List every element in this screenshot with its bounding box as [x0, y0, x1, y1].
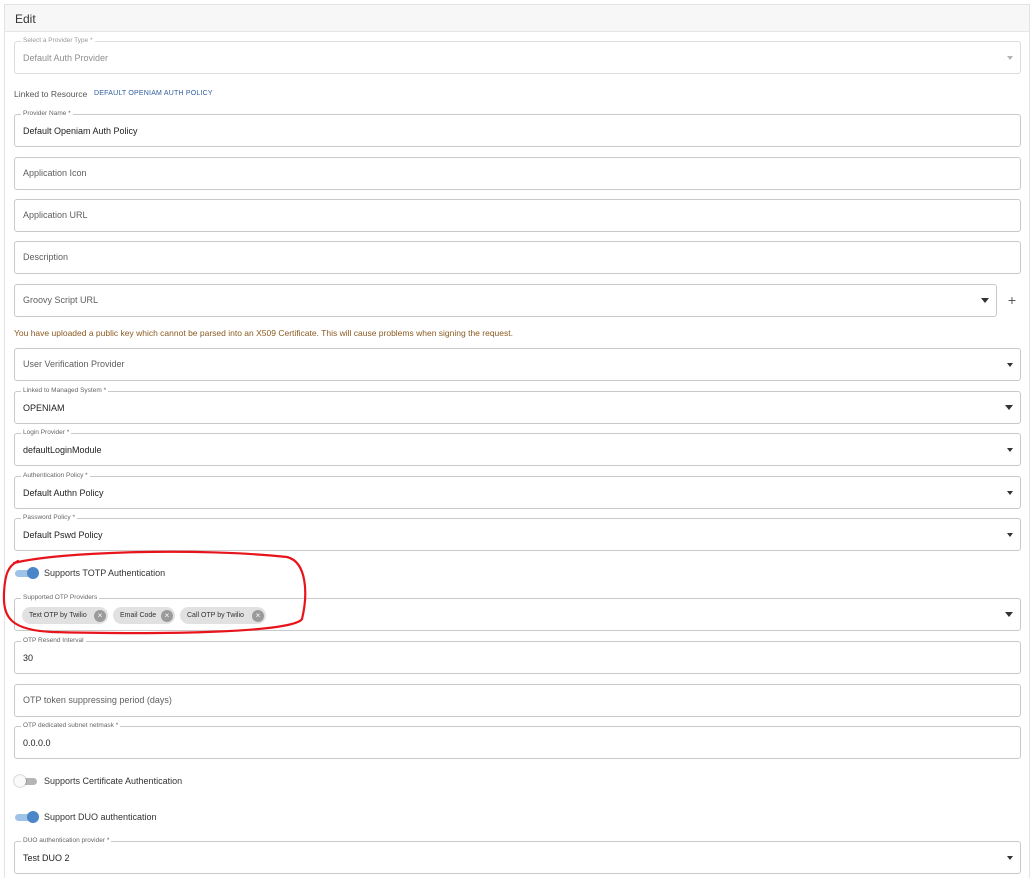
application-icon-placeholder: Application Icon [23, 168, 87, 178]
duo-provider-select[interactable]: DUO authentication provider * Test DUO 2 [14, 836, 1021, 874]
duo-toggle[interactable] [15, 811, 39, 823]
otp-resend-interval-input[interactable]: OTP Resend Interval 30 [14, 636, 1021, 674]
remove-chip-icon[interactable]: × [161, 609, 173, 622]
totp-toggle-label: Supports TOTP Authentication [44, 568, 166, 578]
chevron-down-icon [1007, 56, 1013, 60]
otp-resend-interval-value: 30 [23, 653, 34, 663]
duo-provider-label: DUO authentication provider * [21, 836, 112, 845]
authentication-policy-select[interactable]: Authentication Policy * Default Authn Po… [14, 471, 1021, 509]
groovy-script-select[interactable]: Groovy Script URL [14, 284, 997, 317]
otp-subnet-netmask-value: 0.0.0.0 [23, 738, 51, 748]
provider-name-input[interactable]: Provider Name * Default Openiam Auth Pol… [14, 109, 1021, 147]
certificate-toggle[interactable] [14, 775, 39, 787]
authentication-policy-value: Default Authn Policy [23, 488, 104, 498]
login-provider-label: Login Provider * [21, 428, 72, 437]
user-verification-placeholder: User Verification Provider [23, 359, 125, 369]
groovy-script-placeholder: Groovy Script URL [23, 295, 99, 305]
application-url-input[interactable]: Application URL [14, 199, 1021, 232]
login-provider-select[interactable]: Login Provider * defaultLoginModule [14, 428, 1021, 466]
otp-subnet-netmask-input[interactable]: OTP dedicated subnet netmask * 0.0.0.0 [14, 721, 1021, 759]
certificate-toggle-label: Supports Certificate Authentication [44, 776, 183, 786]
certificate-warning: You have uploaded a public key which can… [14, 328, 513, 338]
chevron-down-icon [1005, 612, 1013, 617]
chevron-down-icon [1007, 448, 1013, 452]
chevron-down-icon [1007, 363, 1013, 367]
provider-type-value: Default Auth Provider [23, 53, 109, 63]
chevron-down-icon [1007, 856, 1013, 860]
managed-system-label: Linked to Managed System * [21, 386, 109, 395]
provider-type-select[interactable]: Select a Provider Type * Default Auth Pr… [14, 36, 1021, 74]
chevron-down-icon [1007, 533, 1013, 537]
login-provider-value: defaultLoginModule [23, 445, 102, 455]
otp-provider-chip: Email Code × [113, 607, 175, 624]
remove-chip-icon[interactable]: × [94, 609, 106, 622]
description-input[interactable]: Description [14, 241, 1021, 274]
provider-type-label: Select a Provider Type * [21, 36, 95, 45]
otp-suppress-period-placeholder: OTP token suppressing period (days) [23, 695, 172, 705]
chevron-down-icon [1007, 491, 1013, 495]
totp-toggle[interactable] [15, 567, 39, 579]
linked-resource-link[interactable]: DEFAULT OPENIAM AUTH POLICY [94, 90, 213, 97]
otp-providers-select[interactable]: Supported OTP Providers Text OTP by Twil… [14, 593, 1021, 631]
provider-name-label: Provider Name * [21, 109, 73, 118]
password-policy-select[interactable]: Password Policy * Default Pswd Policy [14, 513, 1021, 551]
description-placeholder: Description [23, 252, 69, 262]
otp-suppress-period-input[interactable]: OTP token suppressing period (days) [14, 684, 1021, 717]
otp-provider-chip-label: Email Code [120, 612, 157, 619]
chevron-down-icon [981, 298, 989, 303]
panel-title: Edit [15, 12, 36, 26]
otp-provider-chip: Call OTP by Twilio × [180, 607, 266, 624]
otp-providers-label: Supported OTP Providers [21, 593, 100, 602]
managed-system-select[interactable]: Linked to Managed System * OPENIAM [14, 386, 1021, 424]
toggle-knob [14, 775, 26, 787]
application-icon-input[interactable]: Application Icon [14, 157, 1021, 190]
authentication-policy-label: Authentication Policy * [21, 471, 90, 480]
managed-system-value: OPENIAM [23, 403, 65, 413]
password-policy-value: Default Pswd Policy [23, 530, 103, 540]
duo-toggle-label: Support DUO authentication [44, 812, 157, 822]
linked-resource-label: Linked to Resource [14, 89, 88, 99]
chevron-down-icon [1005, 405, 1013, 410]
provider-name-value: Default Openiam Auth Policy [23, 126, 138, 136]
duo-provider-value: Test DUO 2 [23, 853, 70, 863]
toggle-knob [27, 567, 39, 579]
panel-header: Edit [5, 5, 1029, 32]
otp-subnet-netmask-label: OTP dedicated subnet netmask * [21, 721, 121, 730]
otp-provider-chip-label: Text OTP by Twilio [29, 612, 87, 619]
otp-provider-chip-label: Call OTP by Twilio [187, 612, 244, 619]
application-url-placeholder: Application URL [23, 210, 88, 220]
otp-resend-interval-label: OTP Resend Interval [21, 636, 86, 645]
password-policy-label: Password Policy * [21, 513, 78, 522]
add-groovy-script-button[interactable]: + [1005, 292, 1019, 308]
user-verification-select[interactable]: User Verification Provider [14, 348, 1021, 381]
remove-chip-icon[interactable]: × [252, 609, 264, 622]
otp-provider-chip: Text OTP by Twilio × [22, 607, 108, 624]
toggle-knob [27, 811, 39, 823]
